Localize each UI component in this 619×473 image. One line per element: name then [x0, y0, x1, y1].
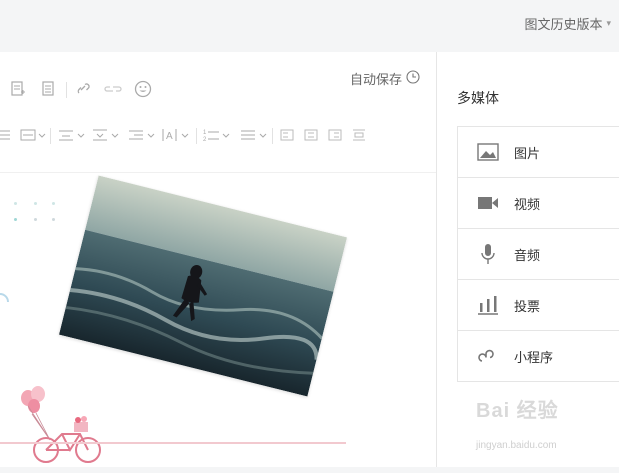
- insert-doc-icon[interactable]: [10, 81, 26, 97]
- video-icon: [477, 192, 499, 214]
- panel-title: 多媒体: [457, 90, 499, 106]
- media-list: 图片 视频 音频 投票 小程序: [457, 126, 619, 382]
- align-icon[interactable]: [0, 128, 12, 142]
- media-item-label: 图片: [514, 145, 541, 161]
- clock-icon: [406, 70, 420, 87]
- media-item-image[interactable]: 图片: [458, 127, 619, 178]
- media-item-audio[interactable]: 音频: [458, 229, 619, 280]
- align-justify-icon[interactable]: [352, 128, 366, 142]
- autosave-indicator: 自动保存: [350, 69, 420, 88]
- indent-icon[interactable]: [128, 128, 156, 142]
- line-spacing-icon[interactable]: [20, 128, 46, 142]
- microphone-icon: [477, 243, 499, 265]
- align-right-icon[interactable]: [328, 128, 342, 142]
- media-item-label: 音频: [514, 247, 541, 263]
- history-version-button[interactable]: 图文历史版本 ▾: [524, 14, 611, 33]
- insert-page-icon[interactable]: [40, 81, 56, 97]
- bicycle-balloon-icon: [14, 384, 104, 473]
- media-item-label: 小程序: [514, 349, 554, 365]
- history-version-label: 图文历史版本: [524, 17, 603, 32]
- miniprogram-icon: [477, 345, 499, 367]
- media-item-video[interactable]: 视频: [458, 178, 619, 229]
- list-style-icon[interactable]: [240, 128, 268, 142]
- align-center-icon[interactable]: [304, 128, 318, 142]
- list-icon[interactable]: 12: [203, 128, 231, 142]
- decorative-pink-line: [0, 442, 346, 444]
- toolbar-divider: [0, 172, 436, 173]
- toolbar-row-2: A 12: [0, 128, 436, 152]
- media-item-miniprogram[interactable]: 小程序: [458, 331, 619, 381]
- svg-text:1: 1: [203, 130, 207, 136]
- media-item-poll[interactable]: 投票: [458, 280, 619, 331]
- watermark-logo: Bai 经验: [476, 400, 559, 422]
- link-icon[interactable]: [74, 81, 92, 97]
- unlink-icon[interactable]: [104, 81, 122, 97]
- watermark-url: jingyan.baidu.com: [476, 440, 557, 451]
- svg-text:2: 2: [203, 137, 207, 142]
- decorative-arc-icon: [0, 292, 12, 317]
- toolbar-separator: [196, 128, 197, 144]
- editor-area[interactable]: 自动保存 A 12: [0, 52, 436, 467]
- toolbar-separator: [66, 82, 67, 98]
- beach-photo[interactable]: [58, 175, 348, 397]
- emoji-icon[interactable]: [134, 80, 152, 98]
- autosave-label: 自动保存: [349, 72, 402, 87]
- align-left-icon[interactable]: [280, 128, 294, 142]
- paragraph-before-icon[interactable]: [58, 128, 86, 142]
- toolbar-separator: [272, 128, 273, 144]
- paragraph-after-icon[interactable]: [92, 128, 120, 142]
- svg-text:A: A: [166, 131, 173, 142]
- poll-icon: [477, 294, 499, 316]
- media-item-label: 投票: [514, 298, 541, 314]
- image-icon: [477, 141, 499, 163]
- chevron-down-icon: ▾: [606, 18, 611, 28]
- letter-spacing-icon[interactable]: A: [162, 128, 192, 142]
- top-bar: 图文历史版本 ▾: [0, 0, 619, 52]
- toolbar-separator: [50, 128, 51, 144]
- media-item-label: 视频: [514, 196, 541, 212]
